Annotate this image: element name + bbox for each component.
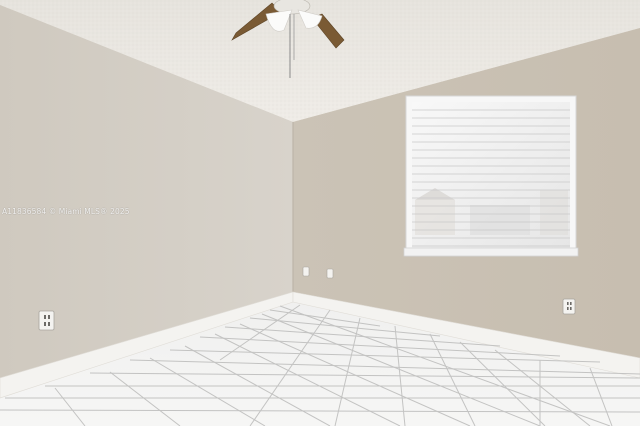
outlet-right-wall [562, 298, 576, 315]
outlet-left-wall [38, 310, 55, 331]
window-sill [403, 247, 579, 257]
photo-watermark: A11836584 © Miami MLS® 2025 [2, 207, 130, 216]
room-photo: A11836584 © Miami MLS® 2025 [0, 0, 640, 426]
window [403, 95, 579, 257]
